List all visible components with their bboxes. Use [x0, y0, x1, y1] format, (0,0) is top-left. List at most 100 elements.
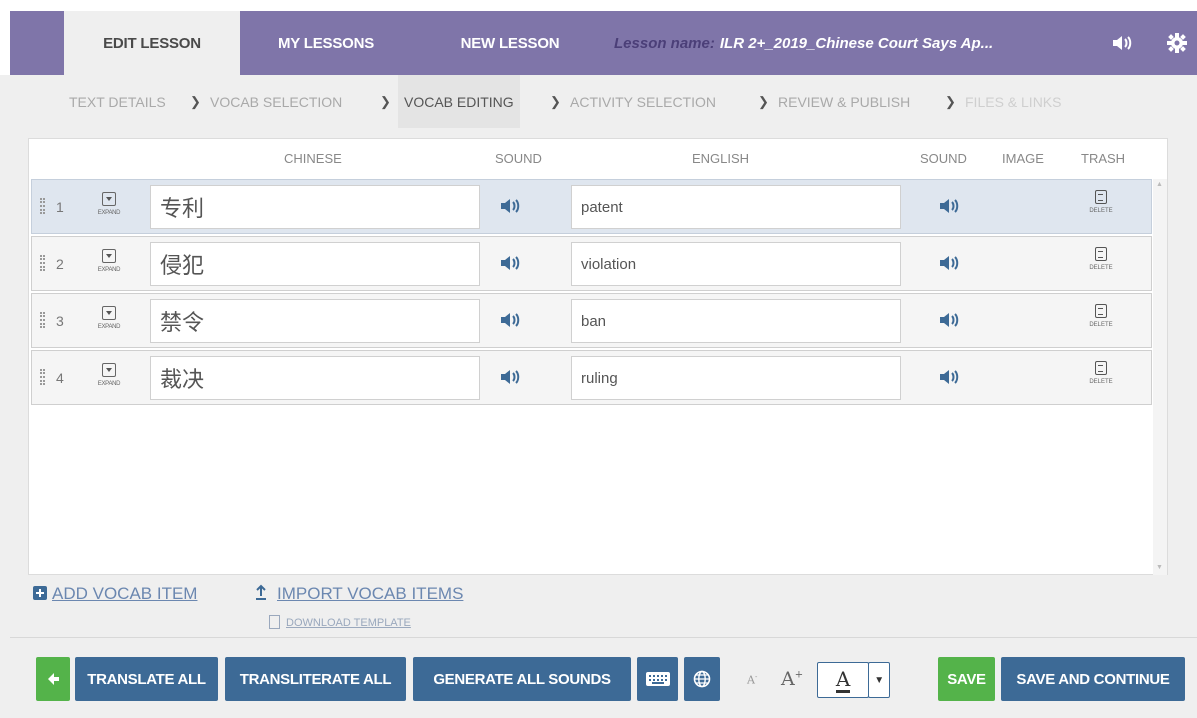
- delete-button[interactable]: Delete: [1087, 188, 1115, 226]
- scroll-up-icon[interactable]: ▲: [1156, 181, 1163, 188]
- transliterate-all-button[interactable]: Transliterate All: [225, 657, 406, 701]
- chevron-right-icon: ❯: [190, 94, 201, 109]
- chinese-term-input[interactable]: 专利: [150, 185, 480, 229]
- breadcrumb-activity-selection[interactable]: Activity Selection: [570, 75, 716, 128]
- table-row[interactable]: 4 Expand 裁决 ruling Delete: [31, 350, 1152, 405]
- save-button[interactable]: Save: [938, 657, 995, 701]
- decrease-font-icon[interactable]: A-: [747, 673, 757, 687]
- upload-icon[interactable]: [254, 584, 268, 602]
- drag-handle-icon[interactable]: [40, 312, 45, 328]
- expand-icon: [102, 192, 116, 206]
- breadcrumb-review-publish[interactable]: Review & Publish: [778, 75, 910, 128]
- expand-button[interactable]: Expand: [92, 247, 126, 283]
- english-term-input[interactable]: patent: [571, 185, 901, 229]
- trash-icon: [1095, 247, 1107, 261]
- speaker-icon[interactable]: [1100, 11, 1144, 75]
- globe-icon: [693, 670, 711, 688]
- language-button[interactable]: [684, 657, 720, 701]
- speaker-icon: [501, 256, 520, 270]
- lesson-name-value: ILR 2+_2019_Chinese Court Says Ap...: [719, 34, 994, 52]
- play-sound-chinese-button[interactable]: [499, 254, 523, 274]
- chevron-right-icon: ❯: [945, 94, 956, 109]
- font-color-dropdown[interactable]: ▼: [868, 662, 890, 698]
- breadcrumb-text-details[interactable]: Text Details: [69, 75, 166, 128]
- chevron-right-icon: ❯: [758, 94, 769, 109]
- generate-all-sounds-button[interactable]: Generate All Sounds: [413, 657, 631, 701]
- english-term-input[interactable]: ban: [571, 299, 901, 343]
- vertical-scrollbar[interactable]: ▲ ▼: [1153, 179, 1167, 575]
- add-icon[interactable]: [33, 586, 47, 600]
- tab-my-lessons[interactable]: My Lessons: [252, 11, 400, 75]
- speaker-icon: [940, 313, 959, 327]
- table-row[interactable]: 2 Expand 侵犯 violation Delete: [31, 236, 1152, 291]
- speaker-icon: [940, 199, 959, 213]
- breadcrumb-vocab-selection[interactable]: Vocab Selection: [210, 75, 342, 128]
- vocab-table: Chinese Sound English Sound Image Trash …: [28, 138, 1168, 575]
- column-header-english: English: [692, 151, 750, 166]
- play-sound-english-button[interactable]: [938, 254, 962, 274]
- delete-button[interactable]: Delete: [1087, 302, 1115, 340]
- expand-label: Expand: [97, 324, 121, 330]
- font-color-letter: A: [835, 666, 851, 693]
- expand-button[interactable]: Expand: [92, 304, 126, 340]
- speaker-icon: [501, 199, 520, 213]
- delete-label: Delete: [1089, 208, 1113, 214]
- delete-button[interactable]: Delete: [1087, 359, 1115, 397]
- speaker-icon: [940, 370, 959, 384]
- delete-label: Delete: [1089, 379, 1113, 385]
- drag-handle-icon[interactable]: [40, 255, 45, 271]
- column-header-chinese: Chinese: [284, 151, 342, 166]
- expand-button[interactable]: Expand: [92, 361, 126, 397]
- expand-label: Expand: [97, 267, 121, 273]
- lesson-name: Lesson name: ILR 2+_2019_Chinese Court S…: [614, 11, 1084, 75]
- breadcrumb-files-links: Files & Links: [965, 93, 1062, 110]
- tab-edit-lesson[interactable]: Edit Lesson: [64, 11, 240, 75]
- drag-handle-icon[interactable]: [40, 369, 45, 385]
- play-sound-english-button[interactable]: [938, 368, 962, 388]
- scroll-down-icon[interactable]: ▼: [1156, 564, 1163, 571]
- download-template-link[interactable]: Download Template: [286, 617, 411, 629]
- chinese-term-input[interactable]: 禁令: [150, 299, 480, 343]
- delete-button[interactable]: Delete: [1087, 245, 1115, 283]
- add-vocab-item-link[interactable]: Add Vocab Item: [52, 584, 197, 604]
- column-header-sound-english: Sound: [920, 151, 967, 166]
- chinese-term-input[interactable]: 裁决: [150, 356, 480, 400]
- table-row[interactable]: 1 Expand 专利 patent Delete: [31, 179, 1152, 234]
- chevron-down-icon: ▼: [874, 674, 884, 686]
- drag-handle-icon[interactable]: [40, 198, 45, 214]
- expand-button[interactable]: Expand: [92, 190, 126, 226]
- play-sound-chinese-button[interactable]: [499, 368, 523, 388]
- chinese-term-input[interactable]: 侵犯: [150, 242, 480, 286]
- english-term-input[interactable]: ruling: [571, 356, 901, 400]
- delete-label: Delete: [1089, 322, 1113, 328]
- keyboard-icon: [645, 672, 670, 686]
- play-sound-english-button[interactable]: [938, 311, 962, 331]
- trash-icon: [1095, 190, 1107, 204]
- chevron-right-icon: ❯: [380, 94, 391, 109]
- speaker-icon: [940, 256, 959, 270]
- increase-font-icon[interactable]: A+: [781, 668, 803, 690]
- expand-icon: [102, 306, 116, 320]
- font-color-button[interactable]: A: [817, 662, 869, 698]
- keyboard-button[interactable]: [637, 657, 678, 701]
- back-button[interactable]: [36, 657, 70, 701]
- gear-icon[interactable]: [1155, 11, 1197, 75]
- row-number: 4: [56, 370, 64, 386]
- lesson-name-label: Lesson name:: [614, 34, 715, 52]
- table-row[interactable]: 3 Expand 禁令 ban Delete: [31, 293, 1152, 348]
- english-term-input[interactable]: violation: [571, 242, 901, 286]
- import-vocab-items-link[interactable]: Import Vocab Items: [277, 584, 463, 604]
- divider: [10, 637, 1197, 638]
- tab-new-lesson[interactable]: New Lesson: [440, 11, 580, 75]
- expand-icon: [102, 363, 116, 377]
- column-header-sound: Sound: [495, 151, 542, 166]
- save-and-continue-button[interactable]: Save and Continue: [1001, 657, 1185, 701]
- breadcrumb-vocab-editing[interactable]: Vocab Editing: [398, 75, 520, 128]
- translate-all-button[interactable]: Translate All: [75, 657, 218, 701]
- column-header-trash: Trash: [1081, 151, 1126, 166]
- delete-label: Delete: [1089, 265, 1113, 271]
- play-sound-chinese-button[interactable]: [499, 197, 523, 217]
- chevron-right-icon: ❯: [550, 94, 561, 109]
- play-sound-chinese-button[interactable]: [499, 311, 523, 331]
- play-sound-english-button[interactable]: [938, 197, 962, 217]
